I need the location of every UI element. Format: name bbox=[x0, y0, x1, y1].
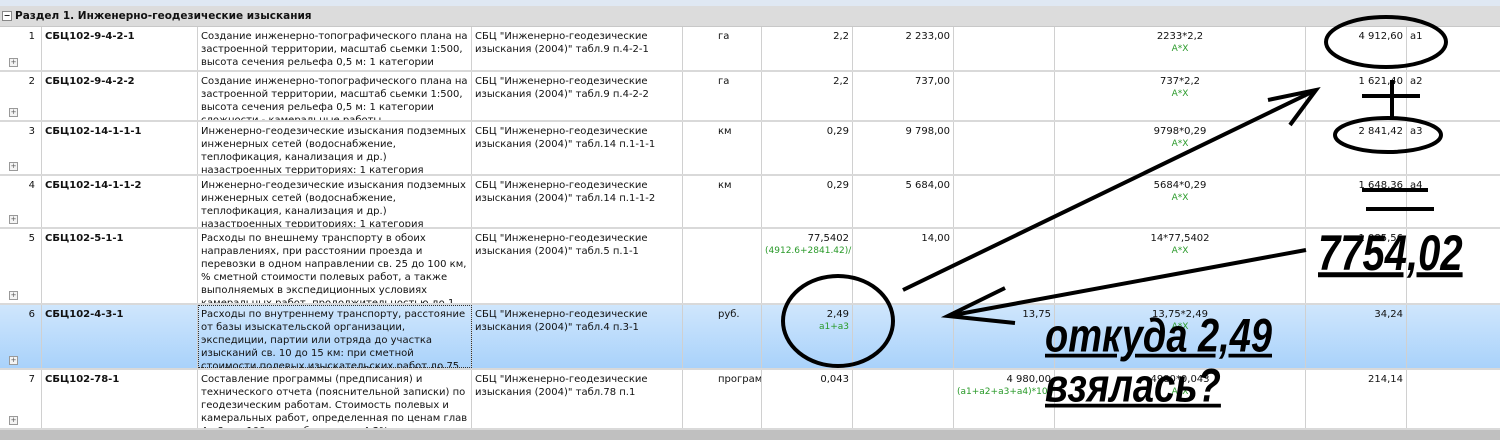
annotation-question-2: взялась? bbox=[1045, 360, 1221, 413]
circle-a3 bbox=[1333, 116, 1443, 154]
annotation-overlay bbox=[781, 15, 1448, 368]
arrow-to-cell bbox=[947, 248, 1307, 318]
annotation-sum: 7754,02 bbox=[1318, 226, 1463, 281]
circle-2-49 bbox=[781, 274, 895, 368]
circle-a1 bbox=[1324, 15, 1448, 69]
annotation-question-1: откуда 2,49 bbox=[1045, 310, 1272, 363]
